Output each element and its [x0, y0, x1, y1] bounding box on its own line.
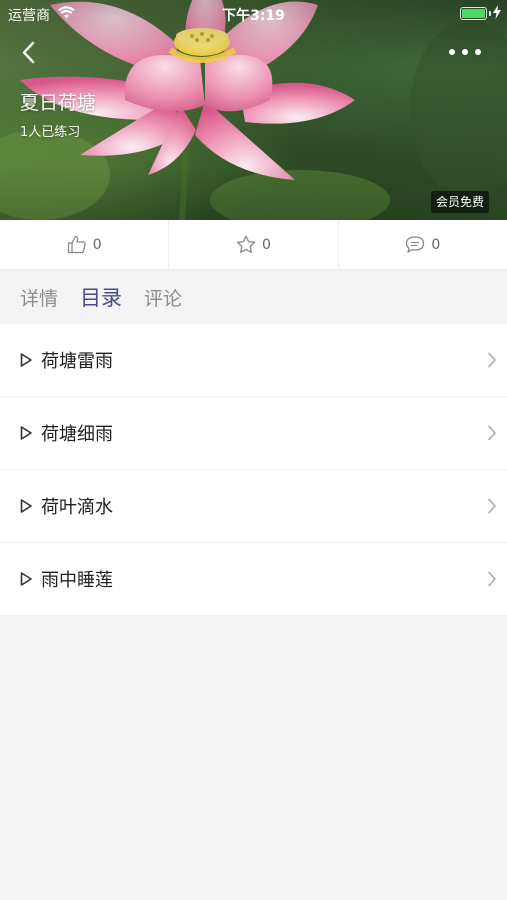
more-dots-icon [449, 49, 481, 55]
battery-icon [460, 7, 487, 20]
charging-bolt-icon [493, 5, 501, 19]
favorite-button[interactable]: 0 [168, 220, 337, 269]
comment-count: 0 [431, 236, 441, 253]
comment-button[interactable]: 0 [337, 220, 507, 269]
chevron-right-icon [488, 498, 496, 514]
star-icon [236, 235, 256, 253]
tab-comments[interactable]: 评论 [144, 284, 182, 311]
list-item[interactable]: 荷叶滴水 [0, 470, 507, 543]
favorite-count: 0 [262, 236, 271, 253]
tab-bar: 详情 目录 评论 [0, 270, 507, 324]
status-bar: 运营商 下午3:19 [0, 0, 507, 28]
status-time: 下午3:19 [222, 8, 285, 24]
play-icon [20, 353, 32, 367]
tab-catalog[interactable]: 目录 [80, 282, 122, 312]
track-list: 荷塘雷雨 荷塘细雨 荷叶滴水 雨中睡莲 [0, 324, 507, 616]
page-title: 夏日荷塘 [20, 92, 97, 114]
track-title: 荷塘细雨 [41, 424, 113, 445]
more-button[interactable] [445, 42, 485, 62]
track-title: 荷塘雷雨 [41, 351, 113, 372]
like-count: 0 [92, 236, 102, 253]
track-title: 雨中睡莲 [41, 570, 113, 591]
list-item[interactable]: 荷塘细雨 [0, 397, 507, 470]
action-bar: 0 0 0 [0, 220, 507, 270]
chevron-right-icon [488, 571, 496, 587]
comment-icon [406, 236, 425, 253]
list-item[interactable]: 雨中睡莲 [0, 543, 507, 616]
chevron-left-icon [22, 41, 35, 64]
thumbs-up-icon [67, 235, 86, 254]
play-icon [20, 499, 32, 513]
play-icon [20, 426, 32, 440]
list-item[interactable]: 荷塘雷雨 [0, 324, 507, 397]
back-button[interactable] [16, 38, 44, 68]
member-free-badge: 会员免费 [430, 191, 489, 213]
hero-banner: 运营商 下午3:19 夏日荷塘 1人已练习 会员免费 [0, 0, 507, 220]
tab-details[interactable]: 详情 [20, 284, 58, 311]
track-title: 荷叶滴水 [41, 497, 113, 518]
play-icon [20, 572, 32, 586]
battery-tip [489, 11, 491, 16]
chevron-right-icon [488, 425, 496, 441]
chevron-right-icon [488, 352, 496, 368]
like-button[interactable]: 0 [0, 220, 168, 269]
practice-count: 1人已练习 [20, 125, 81, 140]
